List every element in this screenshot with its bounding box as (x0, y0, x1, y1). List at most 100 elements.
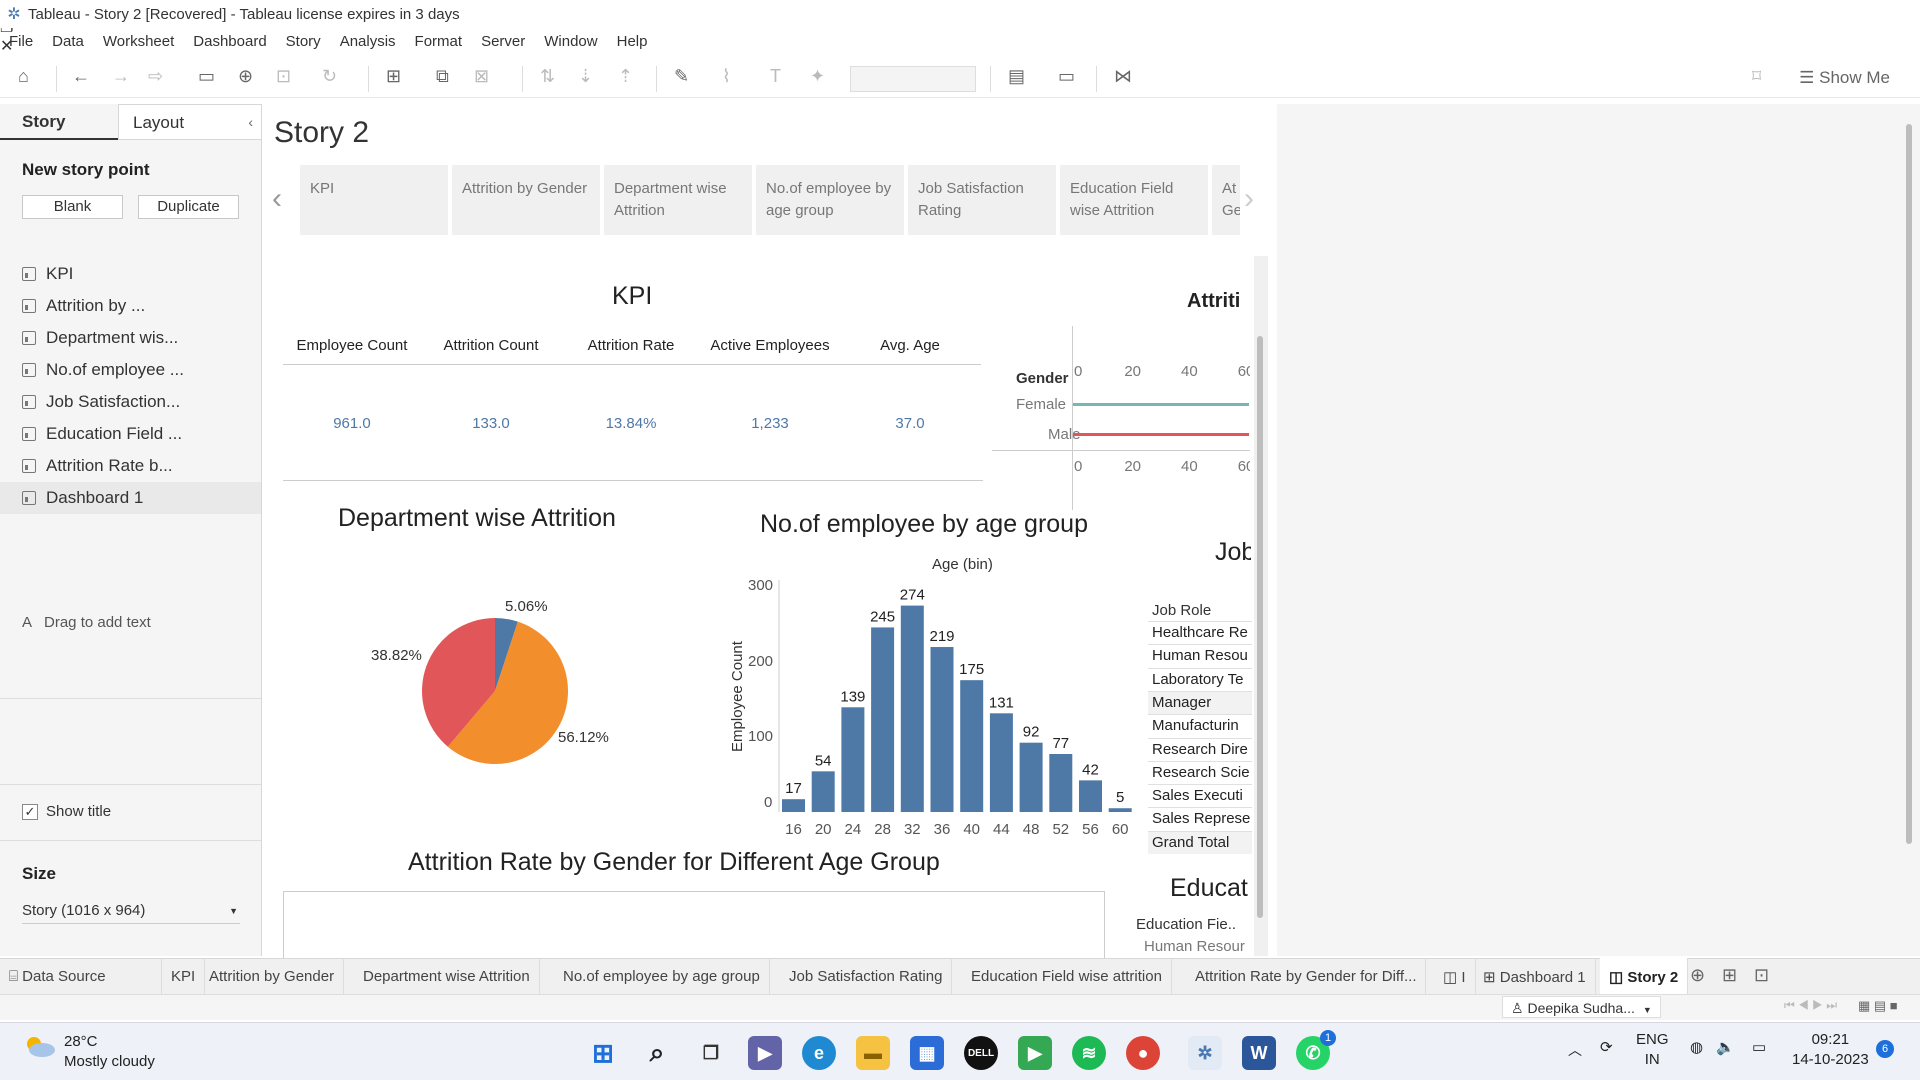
age-bar[interactable] (930, 647, 954, 812)
save-icon[interactable]: ▭ (198, 66, 215, 87)
tab-story[interactable]: Story (0, 104, 118, 140)
language-indicator[interactable]: ENG IN (1636, 1030, 1669, 1070)
story-point-kpi[interactable]: KPI (300, 165, 448, 235)
show-cards-icon[interactable]: ▤ (1008, 66, 1025, 87)
sheet-item-education[interactable]: Education Field ... (0, 418, 261, 450)
sheet-item-attrition-rate[interactable]: Attrition Rate b... (0, 450, 261, 482)
story-point-education[interactable]: Education Field wise Attrition (1060, 165, 1208, 235)
show-me-button[interactable]: ☰ Show Me (1799, 68, 1890, 88)
new-dashboard-icon[interactable]: ⊞ (1722, 965, 1737, 986)
refresh-icon[interactable]: ↻ (322, 66, 337, 87)
new-story-icon[interactable]: ⊡ (1754, 965, 1769, 986)
age-bar[interactable] (900, 605, 924, 812)
user-menu[interactable]: ♙ Deepika Sudha... ▼ (1502, 996, 1661, 1018)
sheet-item-attrition-gender[interactable]: Attrition by ... (0, 290, 261, 322)
pause-updates-icon[interactable]: ⊡ (276, 66, 291, 87)
collapse-icon[interactable]: ‹ (248, 114, 253, 130)
age-bar[interactable] (1079, 780, 1102, 812)
menu-help[interactable]: Help (608, 30, 658, 54)
spotify-icon[interactable]: ≋ (1072, 1036, 1106, 1070)
checkbox-checked-icon[interactable]: ✓ (22, 803, 38, 820)
clear-sheet-icon[interactable]: ⊠ (474, 66, 489, 87)
duplicate-button[interactable]: Duplicate (138, 195, 239, 219)
sheet-item-kpi[interactable]: KPI (0, 258, 261, 290)
age-bar[interactable] (989, 713, 1013, 812)
share-icon[interactable]: ⋈ (1114, 66, 1132, 87)
age-bar[interactable] (1019, 742, 1043, 812)
network-icon[interactable]: ◍ (1690, 1038, 1703, 1058)
story-point-age-group[interactable]: No.of employee by age group (756, 165, 904, 235)
menu-story[interactable]: Story (277, 30, 331, 54)
chrome-icon[interactable]: ● (1126, 1036, 1160, 1070)
file-explorer-icon[interactable]: ▬ (856, 1036, 890, 1070)
swap-icon[interactable]: ⇅ (540, 66, 555, 87)
fit-dropdown[interactable] (850, 66, 976, 92)
tableau-taskbar-icon[interactable]: ✲ (1188, 1036, 1222, 1070)
weather-widget[interactable]: 28°C Mostly cloudy (64, 1032, 155, 1072)
tab-age-group[interactable]: No.of employee by age group (554, 958, 770, 994)
chevron-up-icon[interactable]: ︿ (1568, 1040, 1582, 1060)
duplicate-sheet-icon[interactable]: ⧉ (436, 66, 449, 87)
notification-count[interactable]: 6 (1876, 1040, 1894, 1058)
home-icon[interactable]: ⌂ (18, 66, 29, 87)
new-sheet-icon[interactable]: ⊕ (1690, 965, 1705, 986)
tab-story-2[interactable]: ◫ Story 2 (1600, 958, 1689, 994)
format-painter-icon[interactable]: ⌑ (1752, 66, 1761, 87)
word-icon[interactable]: W (1242, 1036, 1276, 1070)
new-data-source-icon[interactable]: ⊕ (238, 66, 253, 87)
age-bar[interactable] (811, 771, 835, 812)
menu-dashboard[interactable]: Dashboard (184, 30, 276, 54)
menu-format[interactable]: Format (406, 30, 473, 54)
menu-window[interactable]: Window (535, 30, 607, 54)
highlight-icon[interactable]: ✎ (674, 66, 689, 87)
presentation-mode-icon[interactable]: ▭ (1058, 66, 1075, 87)
age-bar[interactable] (960, 680, 984, 812)
workspace-scrollbar[interactable] (1906, 124, 1912, 844)
tab-dashboard-1[interactable]: ⊞ Dashboard 1 (1474, 958, 1596, 994)
tab-education[interactable]: Education Field wise attrition (962, 958, 1172, 994)
battery-icon[interactable]: ▭ (1752, 1038, 1766, 1058)
tab-data-source[interactable]: ⌸ Data Source (0, 958, 162, 994)
redo-icon[interactable]: → (112, 66, 130, 87)
age-bar[interactable] (1049, 753, 1073, 812)
clock[interactable]: 09:21 14-10-2023 (1792, 1030, 1869, 1070)
tab-attrition-gender[interactable]: Attrition by Gender (200, 958, 345, 994)
sheet-item-age-group[interactable]: No.of employee ... (0, 354, 261, 386)
sheet-nav-arrows-icon[interactable]: ⏮ ◀ ▶ ⏭ (1784, 998, 1837, 1013)
tab-attrition-rate[interactable]: Attrition Rate by Gender for Diff... (1186, 958, 1427, 994)
tab-layout[interactable]: Layout ‹ (118, 104, 262, 140)
dell-icon[interactable]: DELL (964, 1036, 998, 1070)
sort-ascending-icon[interactable]: ⇣ (578, 66, 593, 87)
search-icon[interactable]: ⌕ (640, 1036, 674, 1070)
story-point-department[interactable]: Department wise Attrition (604, 165, 752, 235)
sheet-item-dashboard-1[interactable]: Dashboard 1 (0, 482, 261, 514)
tab-department[interactable]: Department wise Attrition (354, 958, 540, 994)
story-next-arrow[interactable]: › (1244, 182, 1254, 216)
new-worksheet-icon[interactable]: ⊞ (386, 66, 401, 87)
sort-descending-icon[interactable]: ⇡ (618, 66, 633, 87)
menu-file[interactable]: File (0, 30, 43, 54)
age-bar[interactable] (782, 799, 805, 812)
viz-scrollbar-thumb[interactable] (1257, 336, 1263, 918)
menu-data[interactable]: Data (43, 30, 94, 54)
blank-button[interactable]: Blank (22, 195, 123, 219)
sheet-item-department[interactable]: Department wis... (0, 322, 261, 354)
group-icon[interactable]: ⌇ (722, 66, 731, 87)
pin-icon[interactable]: ✦ (810, 66, 825, 87)
sync-icon[interactable]: ⟳ (1600, 1038, 1613, 1058)
story-prev-arrow[interactable]: ‹ (272, 182, 282, 216)
story-point-attrition-gender[interactable]: Attrition by Gender (452, 165, 600, 235)
story-point-partial[interactable]: At Ge (1212, 165, 1240, 235)
tab-kpi[interactable]: KPI (162, 958, 206, 994)
age-bar[interactable] (841, 707, 865, 812)
label-icon[interactable]: T (770, 66, 781, 87)
menu-worksheet[interactable]: Worksheet (94, 30, 184, 54)
story-point-job-satisfaction[interactable]: Job Satisfaction Rating (908, 165, 1056, 235)
size-dropdown[interactable]: Story (1016 x 964) ▼ (22, 902, 240, 924)
teams-icon[interactable]: ▶ (748, 1036, 782, 1070)
tab-job-satisfaction[interactable]: Job Satisfaction Rating (780, 958, 953, 994)
play-store-icon[interactable]: ▶ (1018, 1036, 1052, 1070)
view-toggle-icon[interactable]: ▦ ▤ ■ (1858, 998, 1898, 1014)
volume-icon[interactable]: 🔈 (1716, 1038, 1735, 1058)
windows-start-icon[interactable]: ⊞ (586, 1036, 620, 1070)
